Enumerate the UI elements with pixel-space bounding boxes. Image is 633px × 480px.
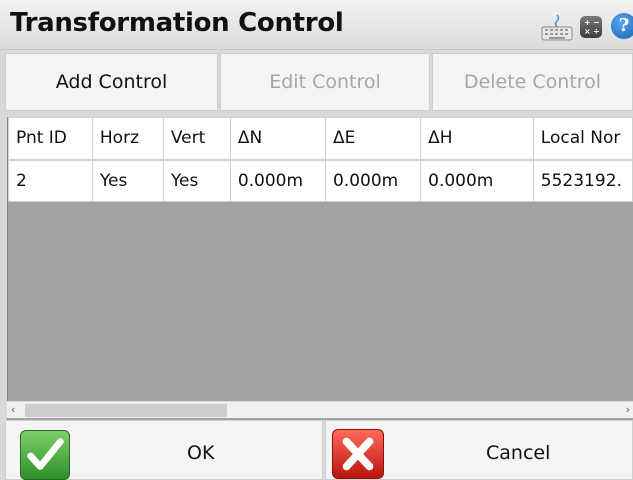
cell-vert: Yes [162, 159, 231, 202]
cell-delta-n: 0.000m [229, 159, 326, 202]
keyboard-icon[interactable] [541, 13, 573, 41]
column-header-delta-e[interactable]: ΔE [324, 117, 422, 161]
delete-control-button[interactable]: Delete Control [432, 53, 633, 111]
column-header-vert[interactable]: Vert [162, 117, 231, 161]
horizontal-scrollbar[interactable]: ‹ › [7, 401, 633, 418]
ok-button[interactable]: OK [5, 420, 323, 480]
column-header-horz[interactable]: Horz [91, 117, 164, 161]
add-control-button[interactable]: Add Control [5, 53, 218, 111]
scrollbar-thumb[interactable] [25, 404, 227, 417]
checkmark-icon [20, 430, 70, 480]
scroll-right-arrow-icon[interactable]: › [626, 403, 630, 416]
table-header-row: Pnt ID Horz Vert ΔN ΔE ΔH Local Nor [8, 117, 633, 161]
cancel-label: Cancel [486, 442, 551, 464]
control-points-grid[interactable]: Pnt ID Horz Vert ΔN ΔE ΔH Local Nor 2 Ye… [7, 117, 633, 420]
calculator-icon[interactable]: + − × ÷ [580, 16, 602, 38]
cell-local-north: 5523192. [532, 159, 633, 202]
column-header-pnt-id[interactable]: Pnt ID [8, 117, 93, 161]
toolbar: Add Control Edit Control Delete Control [0, 50, 633, 113]
column-header-delta-n[interactable]: ΔN [229, 117, 326, 161]
scroll-left-arrow-icon[interactable]: ‹ [11, 403, 15, 416]
column-header-local-north[interactable]: Local Nor [532, 117, 633, 161]
cell-delta-h: 0.000m [420, 159, 534, 202]
cell-pnt-id: 2 [8, 159, 93, 202]
table-row[interactable]: 2 Yes Yes 0.000m 0.000m 0.000m 5523192. [8, 159, 633, 202]
footer-bar: OK Cancel [0, 420, 633, 480]
help-icon[interactable]: ? [611, 13, 633, 39]
title-bar: Transformation Control + − × ÷ ? [0, 0, 633, 50]
column-header-delta-h[interactable]: ΔH [420, 117, 534, 161]
window-title: Transformation Control [10, 8, 344, 38]
ok-label: OK [187, 442, 215, 464]
control-points-table: Pnt ID Horz Vert ΔN ΔE ΔH Local Nor 2 Ye… [8, 117, 633, 202]
close-x-icon [332, 429, 384, 479]
cell-delta-e: 0.000m [324, 159, 422, 202]
cell-horz: Yes [91, 159, 164, 202]
edit-control-button[interactable]: Edit Control [220, 53, 430, 111]
